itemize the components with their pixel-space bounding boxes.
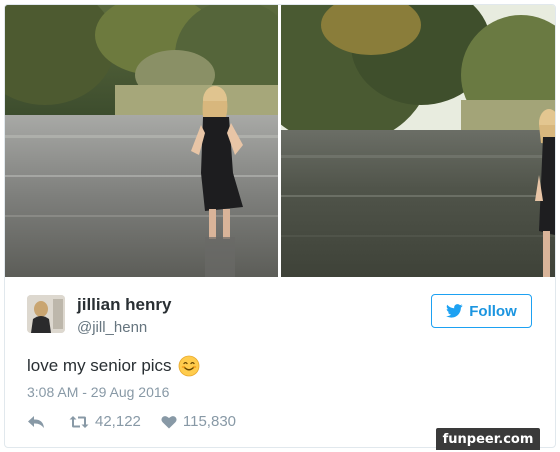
reply-button[interactable] (27, 415, 45, 429)
like-button[interactable]: 115,830 (161, 413, 236, 430)
watermark: funpeer.com (436, 428, 540, 450)
follow-button[interactable]: Follow (431, 294, 532, 328)
retweet-count: 42,122 (95, 413, 141, 430)
follow-label: Follow (469, 302, 517, 320)
display-name[interactable]: jillian henry (77, 295, 171, 315)
user-handle[interactable]: @jill_henn (77, 319, 147, 336)
tweet-timestamp[interactable]: 3:08 AM - 29 Aug 2016 (27, 384, 169, 400)
tweet-photo-left[interactable] (5, 5, 278, 277)
avatar[interactable] (27, 295, 65, 333)
tweet-photos (5, 5, 555, 277)
twitter-bird-icon (446, 304, 463, 318)
retweet-icon (69, 415, 89, 428)
tweet-actions: 42,122 115,830 (27, 413, 236, 430)
retweet-button[interactable]: 42,122 (69, 413, 141, 430)
heart-icon (161, 415, 177, 428)
tweet-text: love my senior pics (27, 355, 200, 377)
tweet-photo-right[interactable] (281, 5, 555, 277)
like-count: 115,830 (182, 413, 236, 430)
smiling-face-emoji (178, 355, 199, 377)
tweet-card: jillian henry @jill_henn Follow love my … (4, 4, 556, 448)
tweet-text-content: love my senior pics (27, 356, 172, 375)
reply-icon (28, 415, 44, 428)
